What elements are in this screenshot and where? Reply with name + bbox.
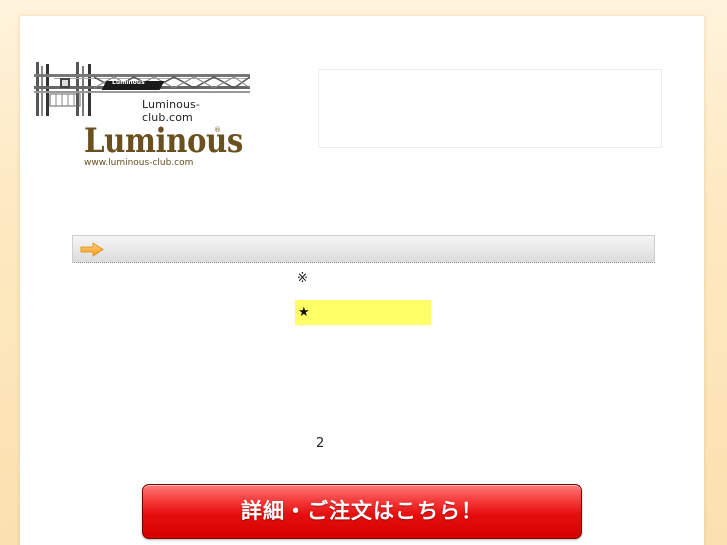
brand-registered-mark: ® [214,126,221,134]
section-title-bar [72,235,655,263]
star-icon: ★ [298,305,310,320]
note-mark: ※ [297,271,308,286]
banner-placeholder [318,69,662,148]
highlight-box: ★ [295,300,431,325]
page-number: 2 [316,436,325,451]
brand-logo[interactable]: Luminous ® www.luminous-club.com [84,124,243,168]
order-details-button[interactable]: 詳細・ご注文はこちら！ [142,484,582,539]
arrow-right-icon [80,242,104,257]
rack-logo[interactable]: Luminous Luminous-club.com [34,62,250,124]
page-container: Luminous Luminous-club.com Luminous ® ww… [20,16,704,545]
rack-logo-badge-text: Luminous [112,79,145,86]
